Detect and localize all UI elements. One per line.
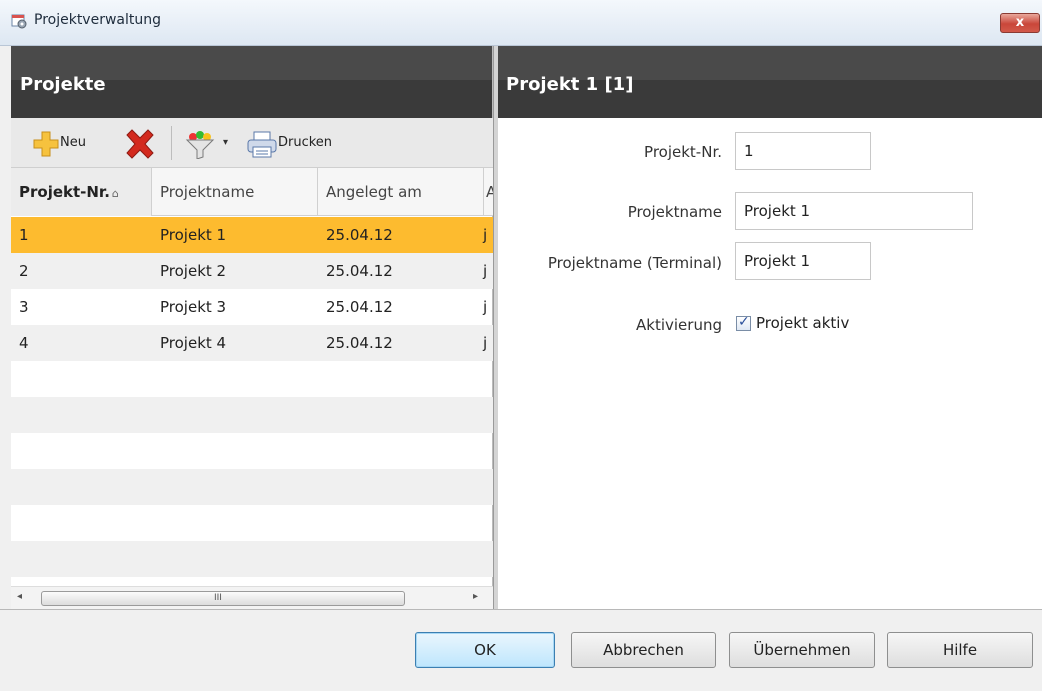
filter-funnel-icon[interactable] xyxy=(183,131,217,159)
grid-header: Projekt-Nr. ⌂ Projektname Angelegt am A xyxy=(11,168,493,216)
aktivierung-label: Aktivierung xyxy=(636,316,722,334)
column-header-angelegt-am[interactable]: Angelegt am xyxy=(318,168,484,216)
projektname-label: Projektname xyxy=(627,203,722,221)
projektname-field[interactable]: Projekt 1 xyxy=(735,192,973,230)
cell-date: 25.04.12 xyxy=(326,262,393,280)
delete-x-icon[interactable] xyxy=(124,129,156,159)
column-header-truncated[interactable]: A xyxy=(484,168,493,216)
projects-header-title: Projekte xyxy=(20,74,106,95)
sort-indicator-icon: ⌂ xyxy=(111,187,119,200)
cell-nr: 2 xyxy=(19,262,29,280)
scrollbar-grip: III xyxy=(214,593,222,603)
cell-extra: j xyxy=(483,334,488,352)
empty-row xyxy=(11,397,493,433)
empty-row xyxy=(11,469,493,505)
cell-name: Projekt 1 xyxy=(160,226,227,244)
help-button[interactable]: Hilfe xyxy=(887,632,1033,668)
scroll-right-arrow-icon[interactable]: ▸ xyxy=(473,591,478,602)
empty-row xyxy=(11,433,493,469)
new-button[interactable]: Neu xyxy=(60,135,86,150)
filter-dropdown-arrow[interactable]: ▾ xyxy=(223,137,228,148)
cell-nr: 4 xyxy=(19,334,29,352)
projekt-nr-label: Projekt-Nr. xyxy=(644,143,722,161)
column-header-projektname[interactable]: Projektname xyxy=(152,168,318,216)
column-header-label: Projekt-Nr. xyxy=(19,183,110,201)
cell-name: Projekt 2 xyxy=(160,262,227,280)
cancel-button[interactable]: Abbrechen xyxy=(571,632,716,668)
cell-date: 25.04.12 xyxy=(326,298,393,316)
cell-extra: j xyxy=(483,226,488,244)
close-button[interactable]: x xyxy=(1000,13,1040,33)
close-icon: x xyxy=(1015,15,1025,30)
table-row[interactable]: 2 Projekt 2 25.04.12 j xyxy=(11,253,493,289)
title-bar: Projektverwaltung x xyxy=(0,0,1042,46)
table-row[interactable]: 4 Projekt 4 25.04.12 j xyxy=(11,325,493,361)
cell-extra: j xyxy=(483,298,488,316)
cell-name: Projekt 4 xyxy=(160,334,227,352)
horizontal-scrollbar[interactable]: ◂ III ▸ xyxy=(11,586,493,609)
detail-header-title: Projekt 1 [1] xyxy=(506,74,634,95)
projects-panel: Projekte Neu ▾ Drucken Projekt-Nr. ⌂ Proj… xyxy=(11,46,493,609)
dialog-button-bar: OK Abbrechen Übernehmen Hilfe xyxy=(0,609,1042,691)
empty-row xyxy=(11,361,493,397)
cell-name: Projekt 3 xyxy=(160,298,227,316)
scrollbar-thumb[interactable]: III xyxy=(41,591,405,606)
cell-nr: 3 xyxy=(19,298,29,316)
project-grid: 1 Projekt 1 25.04.12 j 2 Projekt 2 25.04… xyxy=(11,217,493,586)
column-header-projekt-nr[interactable]: Projekt-Nr. ⌂ xyxy=(11,168,152,216)
projekt-aktiv-label[interactable]: Projekt aktiv xyxy=(756,314,849,332)
empty-row xyxy=(11,505,493,541)
projektname-terminal-label: Projektname (Terminal) xyxy=(547,254,722,272)
projektname-terminal-field[interactable]: Projekt 1 xyxy=(735,242,871,280)
detail-header: Projekt 1 [1] xyxy=(498,46,1042,118)
window-title: Projektverwaltung xyxy=(34,12,162,28)
table-row[interactable]: 3 Projekt 3 25.04.12 j xyxy=(11,289,493,325)
cell-nr: 1 xyxy=(19,226,29,244)
project-detail-panel: Projekt 1 [1] Projekt-Nr. 1 Projektname … xyxy=(498,46,1042,609)
calendar-gear-icon xyxy=(11,14,27,29)
ok-button[interactable]: OK xyxy=(415,632,555,668)
print-button[interactable]: Drucken xyxy=(278,135,332,150)
cell-date: 25.04.12 xyxy=(326,226,393,244)
toolbar: Neu ▾ Drucken xyxy=(11,118,493,168)
add-plus-icon[interactable] xyxy=(33,131,59,157)
scroll-left-arrow-icon[interactable]: ◂ xyxy=(17,591,22,602)
print-icon[interactable] xyxy=(246,131,278,159)
projekt-nr-field[interactable]: 1 xyxy=(735,132,871,170)
projects-header: Projekte xyxy=(11,46,492,118)
table-row[interactable]: 1 Projekt 1 25.04.12 j xyxy=(11,217,493,253)
cell-date: 25.04.12 xyxy=(326,334,393,352)
empty-row xyxy=(11,541,493,577)
toolbar-separator xyxy=(171,126,172,160)
projekt-aktiv-checkbox[interactable] xyxy=(736,314,751,331)
cell-extra: j xyxy=(483,262,488,280)
apply-button[interactable]: Übernehmen xyxy=(729,632,875,668)
